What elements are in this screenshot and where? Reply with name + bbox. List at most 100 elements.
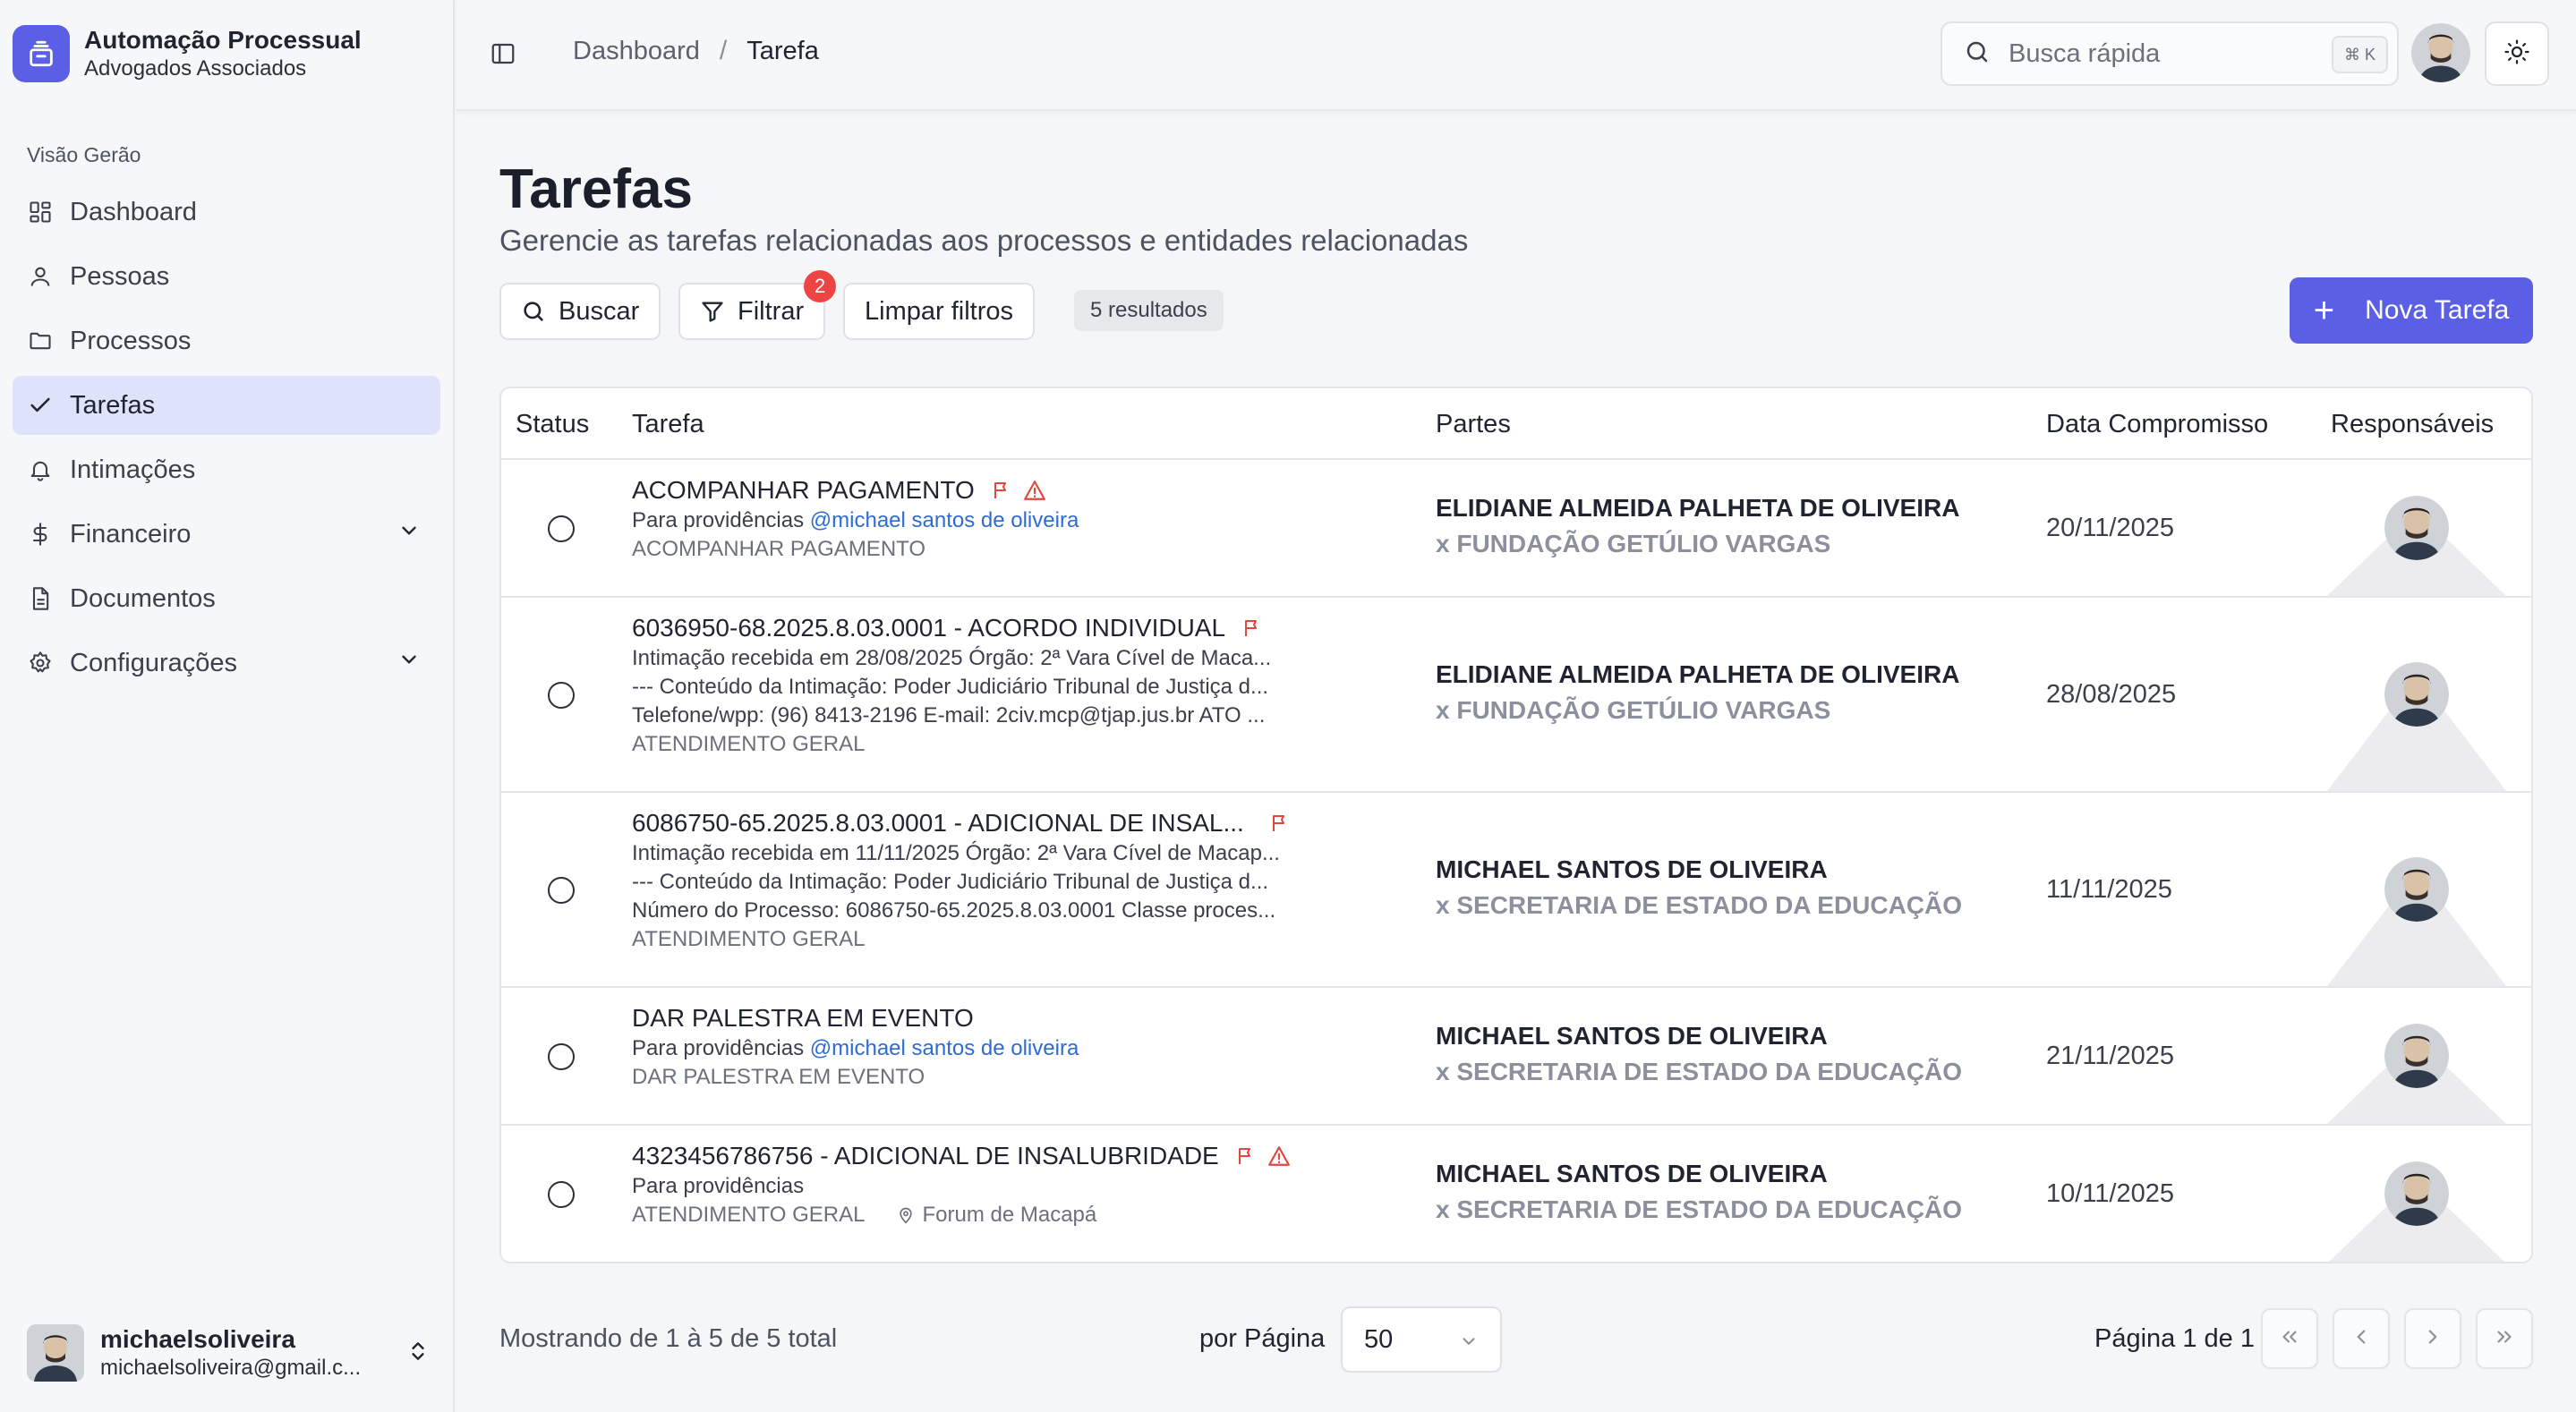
breadcrumb-current: Tarefa: [746, 36, 819, 65]
brand[interactable]: Automação Processual Advogados Associado…: [13, 25, 362, 82]
parte-principal: MICHAEL SANTOS DE OLIVEIRA: [1436, 1160, 1828, 1187]
page-subtitle: Gerencie as tarefas relacionadas aos pro…: [499, 224, 1469, 257]
page-info: Página 1 de 1: [2094, 1324, 2255, 1353]
column-header-responsaveis[interactable]: Responsáveis: [2331, 410, 2494, 439]
chevrons-left-icon: [2278, 1325, 2301, 1353]
chevrons-right-icon: [2493, 1325, 2516, 1353]
search-button[interactable]: Buscar: [499, 283, 661, 340]
task-title[interactable]: 4323456786756 - ADICIONAL DE INSALUBRIDA…: [632, 1142, 1219, 1170]
previous-page-button[interactable]: [2333, 1308, 2390, 1369]
task-category: DAR PALESTRA EM EVENTO: [632, 1065, 925, 1089]
warning-icon: [1267, 1144, 1291, 1168]
status-radio[interactable]: [548, 515, 575, 542]
status-radio[interactable]: [548, 1181, 575, 1208]
user-email: michaelsoliveira@gmail.c...: [100, 1356, 362, 1380]
per-page-select[interactable]: 50: [1341, 1306, 1502, 1373]
sidebar-section-label: Visão Gerão: [27, 143, 141, 166]
last-page-button[interactable]: [2476, 1308, 2533, 1369]
filter-button[interactable]: Filtrar 2: [678, 270, 837, 340]
task-title-row: 6036950-68.2025.8.03.0001 - ACORDO INDIV…: [632, 612, 1366, 644]
parte-principal: ELIDIANE ALMEIDA PALHETA DE OLIVEIRA: [1436, 494, 1960, 522]
column-header-data[interactable]: Data Compromisso: [2046, 410, 2268, 439]
quick-search-input[interactable]: Busca rápida ⌘ K: [1941, 21, 2399, 86]
flag-icon: [991, 480, 1012, 501]
table-row[interactable]: 4323456786756 - ADICIONAL DE INSALUBRIDA…: [501, 1126, 2531, 1262]
avatar[interactable]: [2411, 23, 2470, 82]
clear-filters-button[interactable]: Limpar filtros: [843, 283, 1035, 340]
avatar[interactable]: [2384, 1161, 2449, 1226]
sidebar-nav: Dashboard Pessoas Processos Tarefas Inti…: [13, 183, 440, 698]
sidebar-item-intimacoes[interactable]: Intimações: [13, 440, 440, 499]
top-bar: Dashboard / Tarefa Busca rápida ⌘ K: [456, 0, 2576, 111]
parte-principal: ELIDIANE ALMEIDA PALHETA DE OLIVEIRA: [1436, 660, 1960, 688]
table-row[interactable]: DAR PALESTRA EM EVENTO Para providências…: [501, 988, 2531, 1126]
sidebar-toggle-icon[interactable]: [487, 38, 519, 70]
column-header-status[interactable]: Status: [516, 410, 589, 439]
task-description: Para providências: [632, 1174, 805, 1198]
task-description: Para providências @michael santos de oli…: [632, 506, 1339, 535]
task-date: 21/11/2025: [2046, 1042, 2174, 1070]
task-description-line: Intimação recebida em 28/08/2025 Órgão: …: [632, 646, 1272, 670]
status-radio[interactable]: [548, 877, 575, 904]
parte-contraria: x SECRETARIA DE ESTADO DA EDUCAÇÃO: [1436, 1195, 1963, 1223]
avatar[interactable]: [2384, 496, 2449, 560]
user-menu[interactable]: michaelsoliveira michaelsoliveira@gmail.…: [27, 1324, 430, 1382]
sidebar-item-configuracoes[interactable]: Configurações: [13, 634, 440, 693]
parte-principal: MICHAEL SANTOS DE OLIVEIRA: [1436, 1022, 1828, 1050]
sidebar-item-tarefas[interactable]: Tarefas: [13, 376, 440, 435]
search-icon: [1964, 38, 1991, 70]
new-task-button[interactable]: + Nova Tarefa: [2290, 277, 2533, 344]
task-title[interactable]: ACOMPANHAR PAGAMENTO: [632, 476, 975, 505]
column-header-partes[interactable]: Partes: [1436, 410, 1511, 439]
task-location-text: Forum de Macapá: [922, 1203, 1097, 1227]
table-row[interactable]: ACOMPANHAR PAGAMENTO Para providências @…: [501, 460, 2531, 598]
parte-contraria: x SECRETARIA DE ESTADO DA EDUCAÇÃO: [1436, 891, 1963, 919]
breadcrumb-dashboard-link[interactable]: Dashboard: [573, 37, 700, 66]
task-category: ACOMPANHAR PAGAMENTO: [632, 537, 926, 561]
avatar[interactable]: [2384, 1024, 2449, 1088]
sidebar-item-label: Pessoas: [70, 261, 170, 291]
table-row[interactable]: 6036950-68.2025.8.03.0001 - ACORDO INDIV…: [501, 598, 2531, 793]
sidebar-item-pessoas[interactable]: Pessoas: [13, 247, 440, 306]
task-description: Para providências @michael santos de oli…: [632, 1034, 1339, 1063]
task-title-row: DAR PALESTRA EM EVENTO: [632, 1002, 1366, 1034]
avatar[interactable]: [2384, 662, 2449, 727]
document-icon: [27, 585, 54, 612]
responsible-cell: [2318, 793, 2515, 986]
filter-icon: [700, 299, 725, 324]
flag-icon: [1269, 812, 1291, 834]
avatar: [27, 1324, 84, 1382]
avatar[interactable]: [2384, 857, 2449, 922]
mention-link[interactable]: @michael santos de oliveira: [810, 508, 1079, 532]
sidebar-item-processos[interactable]: Processos: [13, 311, 440, 370]
sidebar-item-dashboard[interactable]: Dashboard: [13, 183, 440, 242]
task-title-row: 4323456786756 - ADICIONAL DE INSALUBRIDA…: [632, 1140, 1366, 1172]
mention-link[interactable]: @michael santos de oliveira: [810, 1036, 1079, 1060]
chevrons-up-down-icon: [406, 1338, 430, 1369]
column-header-tarefa[interactable]: Tarefa: [632, 410, 704, 439]
pagination-summary: Mostrando de 1 à 5 de 5 total: [499, 1324, 838, 1353]
task-title[interactable]: 6036950-68.2025.8.03.0001 - ACORDO INDIV…: [632, 614, 1225, 642]
chevron-down-icon: [1459, 1331, 1479, 1351]
search-button-label: Buscar: [559, 296, 640, 326]
responsible-cell: [2318, 460, 2515, 596]
task-title[interactable]: DAR PALESTRA EM EVENTO: [632, 1004, 974, 1033]
first-page-button[interactable]: [2261, 1308, 2318, 1369]
task-date: 28/08/2025: [2046, 680, 2177, 709]
gear-icon: [27, 650, 54, 676]
sidebar-item-label: Documentos: [70, 583, 216, 613]
new-task-label: Nova Tarefa: [2365, 295, 2510, 325]
status-radio[interactable]: [548, 1043, 575, 1070]
brand-subtitle: Advogados Associados: [84, 56, 307, 81]
status-radio[interactable]: [548, 682, 575, 709]
task-title[interactable]: 6086750-65.2025.8.03.0001 - ADICIONAL DE…: [632, 809, 1244, 838]
sidebar-item-financeiro[interactable]: Financeiro: [13, 505, 440, 564]
theme-toggle-button[interactable]: [2485, 21, 2549, 86]
task-category: ATENDIMENTO GERAL: [632, 732, 866, 756]
responsible-cell: [2318, 1126, 2515, 1262]
sidebar-item-documentos[interactable]: Documentos: [13, 569, 440, 628]
responsible-cell: [2318, 598, 2515, 791]
next-page-button[interactable]: [2404, 1308, 2461, 1369]
task-description-line: Telefone/wpp: (96) 8413-2196 E-mail: 2ci…: [632, 703, 1266, 727]
table-row[interactable]: 6086750-65.2025.8.03.0001 - ADICIONAL DE…: [501, 793, 2531, 988]
